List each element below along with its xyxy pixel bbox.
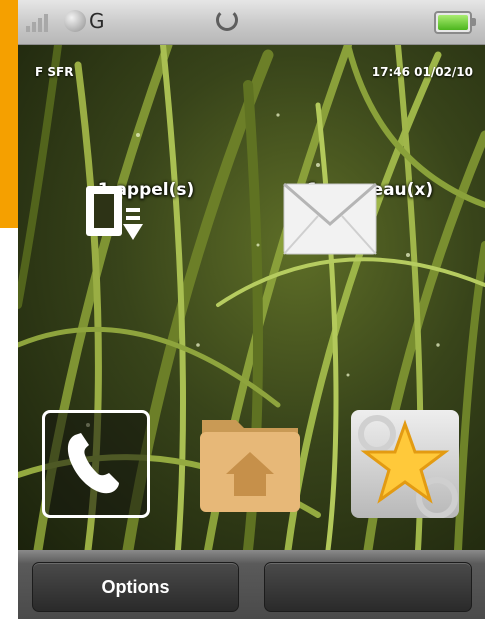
favorites-shortcut[interactable] <box>351 410 459 518</box>
signal-icon <box>26 12 48 32</box>
missed-call-icon <box>86 186 143 240</box>
missed-calls-widget[interactable]: 1 appel(s) <box>76 180 216 240</box>
new-messages-widget[interactable]: 1 nouveau(x) <box>280 180 460 255</box>
home-folder-icon <box>200 420 300 512</box>
sync-icon <box>216 9 238 31</box>
softkey-bar: Options <box>18 550 485 619</box>
network-type: G <box>89 9 105 33</box>
wallpaper: F SFR 17:46 01/02/10 1 appel(s) 1 nouvea… <box>18 45 485 550</box>
phone-shortcut[interactable] <box>42 410 150 518</box>
accent-strip <box>0 0 18 228</box>
globe-icon <box>64 10 86 32</box>
star-icon <box>358 415 458 518</box>
status-bar: G <box>18 0 485 45</box>
operator-name: F SFR <box>35 65 74 79</box>
options-softkey[interactable]: Options <box>32 562 239 612</box>
phone-icon <box>67 433 119 494</box>
home-folder-shortcut[interactable] <box>196 410 304 518</box>
date-time: 17:46 01/02/10 <box>371 65 473 79</box>
phone-screen: G F SFR 17:46 01/02/10 1 appel(s) nouvea… <box>18 0 485 619</box>
right-softkey[interactable] <box>264 562 472 612</box>
battery-icon <box>434 11 476 34</box>
envelope-icon <box>283 182 377 255</box>
